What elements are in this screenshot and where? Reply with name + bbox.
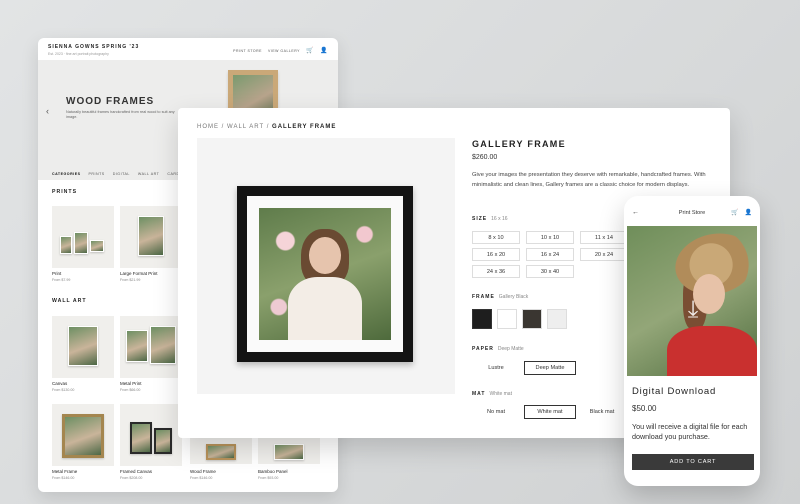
frame-swatch-walnut[interactable] xyxy=(522,309,542,329)
tile-price: From $66.00 xyxy=(120,388,141,392)
tab-categories[interactable]: CATEGORIES xyxy=(52,172,81,176)
nav-print-store[interactable]: PRINT STORE xyxy=(233,49,262,53)
tile-label: Wood Frame xyxy=(190,469,216,474)
product-tile-canvas[interactable] xyxy=(52,316,114,378)
product-tile-metal-print[interactable] xyxy=(120,316,182,378)
phone-product-description: You will receive a digital file for each… xyxy=(632,422,748,441)
size-option[interactable]: 8 x 10 xyxy=(472,231,520,244)
mat-option-white[interactable]: White mat xyxy=(524,405,576,419)
size-selected: 16 x 16 xyxy=(491,216,508,222)
product-tile-framed-canvas[interactable] xyxy=(120,404,182,466)
tile-label: Framed Canvas xyxy=(120,469,153,474)
hero-subtitle: Naturally beautiful frames handcrafted f… xyxy=(66,110,175,119)
phone-header: ← Print Store 🛒 👤 xyxy=(624,196,760,226)
portrait-photo xyxy=(259,208,391,340)
tile-label: Metal Print xyxy=(120,381,142,386)
product-image xyxy=(197,138,455,394)
breadcrumb-current: GALLERY FRAME xyxy=(272,124,337,130)
product-description: Give your images the presentation they d… xyxy=(472,172,706,188)
tab-wall-art[interactable]: WALL ART xyxy=(138,172,159,176)
mat-option-black[interactable]: Black mat xyxy=(578,405,626,419)
product-tile-bamboo-panel[interactable] xyxy=(258,438,320,464)
frame-swatch-white[interactable] xyxy=(497,309,517,329)
size-option[interactable]: 11 x 14 xyxy=(580,231,628,244)
tile-label: Canvas xyxy=(52,381,68,386)
size-option[interactable]: 20 x 24 xyxy=(580,248,628,261)
phone-product-price: $50.00 xyxy=(632,404,657,413)
tile-label: Large Format Print xyxy=(120,271,158,276)
size-option[interactable]: 16 x 24 xyxy=(526,248,574,261)
product-title: GALLERY FRAME xyxy=(472,139,566,149)
phone-product-name: Digital Download xyxy=(632,386,717,397)
section-title-wall-art: WALL ART xyxy=(52,298,87,304)
size-option[interactable]: 24 x 36 xyxy=(472,265,520,278)
product-tile-large-format-print[interactable] xyxy=(120,206,182,268)
store-tabs: CATEGORIES PRINTS DIGITAL WALL ART CARDS xyxy=(52,172,182,176)
store-header: SIENNA GOWNS SPRING '23 Est. 2023 · fine… xyxy=(38,38,338,60)
user-icon[interactable]: 👤 xyxy=(745,209,752,216)
size-option[interactable]: 10 x 10 xyxy=(526,231,574,244)
breadcrumb: HOME / WALL ART / GALLERY FRAME xyxy=(197,124,337,130)
mat-option-none[interactable]: No mat xyxy=(472,405,520,419)
size-option[interactable]: 16 x 20 xyxy=(472,248,520,261)
hero-title: WOOD FRAMES xyxy=(66,96,155,107)
chevron-left-icon[interactable]: ‹ xyxy=(46,106,49,116)
breadcrumb-home[interactable]: HOME xyxy=(197,124,219,130)
tile-price: From $130.00 xyxy=(52,388,75,392)
tile-price: From $208.00 xyxy=(120,476,143,480)
tile-price: From $93.00 xyxy=(258,476,279,480)
frame-selected: Gallery Black xyxy=(498,294,529,300)
product-price: $260.00 xyxy=(472,154,498,161)
paper-option-deep-matte[interactable]: Deep Matte xyxy=(524,361,576,375)
tile-price: From $21.99 xyxy=(120,278,141,282)
add-to-cart-button[interactable]: ADD TO CART xyxy=(632,454,754,470)
tile-label: Print xyxy=(52,271,62,276)
cart-icon[interactable]: 🛒 xyxy=(731,209,738,216)
size-label: SIZE 16 x 16 xyxy=(472,216,508,222)
store-nav: PRINT STORE VIEW GALLERY 🛒 👤 xyxy=(233,47,328,54)
tile-price: From $146.00 xyxy=(190,476,213,480)
gallery-frame-preview xyxy=(237,186,413,362)
size-option[interactable]: 30 x 40 xyxy=(526,265,574,278)
product-tile-wood-frame[interactable] xyxy=(190,438,252,464)
phone-product-image: ⤓ xyxy=(627,226,757,376)
tab-prints[interactable]: PRINTS xyxy=(89,172,105,176)
frame-swatch-black[interactable] xyxy=(472,309,492,329)
product-tile-print[interactable] xyxy=(52,206,114,268)
paper-option-lustre[interactable]: Lustre xyxy=(472,361,520,375)
product-tile-metal-frame[interactable] xyxy=(52,404,114,466)
mat-label: MAT White mat xyxy=(472,391,512,397)
tile-price: From $7.99 xyxy=(52,278,71,282)
section-title-prints: PRINTS xyxy=(52,189,78,195)
paper-label: PAPER Deep Matte xyxy=(472,346,524,352)
mat-selected: White mat xyxy=(489,391,512,397)
tile-label: Metal Frame xyxy=(52,469,78,474)
tile-label: Bamboo Panel xyxy=(258,469,288,474)
tile-price: From $146.00 xyxy=(52,476,75,480)
cart-icon[interactable]: 🛒 xyxy=(306,47,314,54)
frame-label: FRAME Gallery Black xyxy=(472,294,529,300)
breadcrumb-wall-art[interactable]: WALL ART xyxy=(227,124,264,130)
download-icon: ⤓ xyxy=(687,296,699,323)
frame-swatch-silver[interactable] xyxy=(547,309,567,329)
nav-view-gallery[interactable]: VIEW GALLERY xyxy=(268,49,300,53)
tab-digital[interactable]: DIGITAL xyxy=(113,172,130,176)
paper-selected: Deep Matte xyxy=(497,346,524,352)
mobile-phone: ← Print Store 🛒 👤 ⤓ Digital Download $50… xyxy=(624,196,760,486)
user-icon[interactable]: 👤 xyxy=(320,47,328,54)
